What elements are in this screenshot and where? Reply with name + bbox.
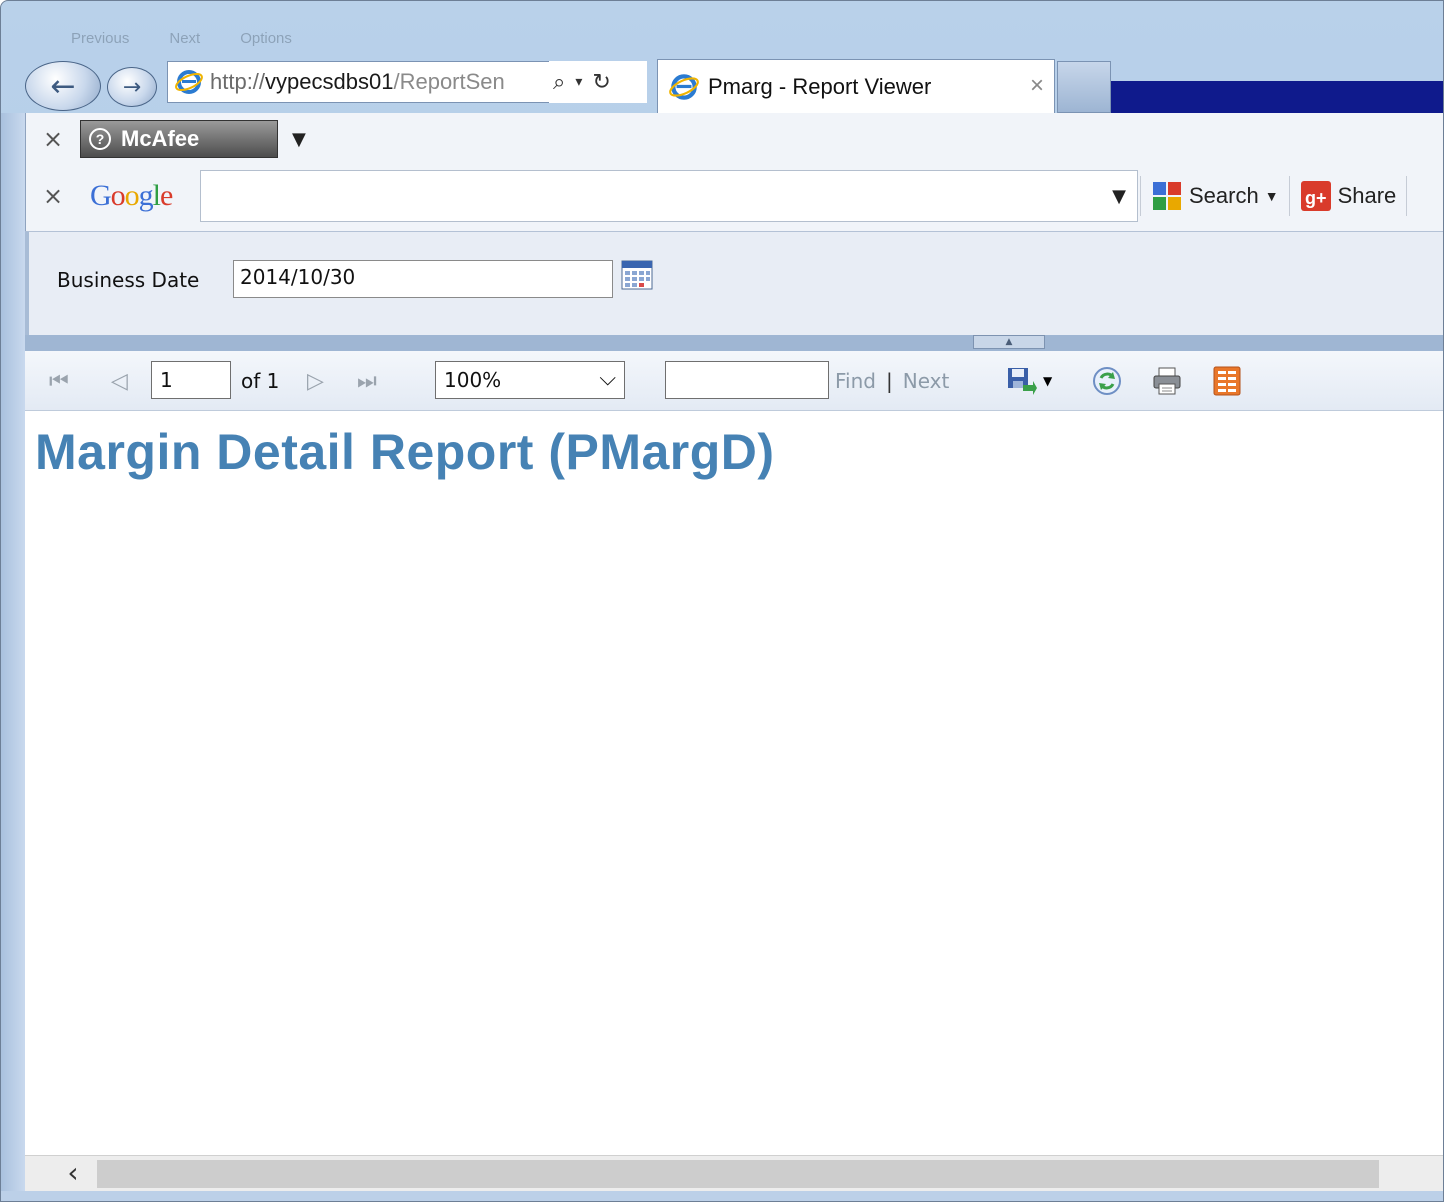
report-body: Margin Detail Report (PMargD) (25, 411, 1443, 1155)
separator (1406, 176, 1408, 216)
parameters-splitter: ▲ (25, 335, 1443, 351)
tab-title: Pmarg - Report Viewer (708, 73, 932, 99)
navigation-row: ← → http://vypecsdbs01/ReportSen ⌕ ▾ ↻ P… (1, 55, 1443, 113)
print-icon[interactable] (1151, 365, 1183, 397)
google-plus-icon: g+ (1300, 181, 1331, 211)
tab-close-icon[interactable]: × (1030, 72, 1044, 100)
business-date-input[interactable]: 2014/10/30 (233, 260, 613, 298)
window-bottom-border (1, 1191, 1443, 1201)
ghost-menu-previous: Previous (71, 29, 130, 47)
last-page-icon[interactable]: ⏭ (357, 351, 377, 411)
scrollbar-thumb[interactable] (97, 1160, 1379, 1188)
title-bar-strip (1111, 81, 1443, 113)
ghost-menu-options: Options (240, 29, 292, 47)
first-page-icon[interactable]: ⏮ (49, 351, 69, 411)
ie-icon (175, 70, 203, 94)
google-search-button[interactable]: Search ▼ (1147, 180, 1283, 212)
address-path: /ReportSen (393, 69, 505, 94)
horizontal-scrollbar[interactable]: ‹ (25, 1155, 1443, 1191)
save-export-icon (1008, 368, 1037, 395)
report-title: Margin Detail Report (PMargD) (35, 424, 775, 480)
arrow-left-icon: ← (50, 68, 76, 104)
zoom-value: 100% (444, 368, 502, 392)
export-button[interactable]: ▼ (1005, 351, 1052, 411)
tab-report-viewer[interactable]: Pmarg - Report Viewer × (657, 59, 1055, 113)
chevron-down-icon[interactable]: ▼ (1104, 186, 1134, 207)
next-link[interactable]: Next (903, 369, 950, 393)
browser-window: Previous Next Options ← → http://vypecsd… (0, 0, 1444, 1202)
business-date-label: Business Date (57, 268, 200, 292)
parameters-panel: Business Date 2014/10/30 (25, 231, 1443, 337)
scroll-left-icon[interactable]: ‹ (55, 1158, 91, 1190)
separator (1288, 176, 1290, 216)
previous-page-icon[interactable]: ◁ (111, 351, 128, 411)
window-left-border (1, 113, 25, 1193)
google-toolbar: × Google ▼ Search ▼ g+ Share (26, 167, 1443, 225)
svg-text:g+: g+ (1305, 188, 1327, 208)
chevron-down-icon: ▼ (1264, 188, 1279, 204)
page-count-label: of 1 (241, 369, 280, 393)
ghost-command-bar: Previous Next Options (71, 21, 471, 55)
separator (1140, 176, 1141, 216)
google-search-input[interactable] (200, 170, 1138, 222)
find-separator: | (885, 369, 893, 393)
address-prefix: http:// (210, 69, 266, 94)
mcafee-button[interactable]: ? McAfee (80, 120, 278, 158)
google-search-icon (1153, 182, 1181, 210)
find-links: Find | Next (835, 351, 949, 411)
arrow-right-icon: → (122, 74, 142, 100)
page-number-input[interactable]: 1 (151, 361, 231, 399)
toolbars-area: × ? McAfee ▼ × Google ▼ Search ▼ g+ Shar… (25, 113, 1443, 231)
collapse-parameters-handle[interactable]: ▲ (973, 335, 1045, 349)
address-tools: ⌕ ▾ ↻ (549, 61, 647, 103)
forward-button[interactable]: → (107, 67, 157, 107)
mcafee-toolbar: × ? McAfee ▼ (26, 113, 1443, 165)
search-icon[interactable]: ⌕ (553, 70, 565, 95)
google-share-button[interactable]: g+ Share (1296, 180, 1401, 212)
mcafee-label: McAfee (121, 126, 200, 151)
find-input[interactable] (665, 361, 829, 399)
close-toolbar-icon[interactable]: × (26, 125, 80, 153)
refresh-icon[interactable]: ↻ (592, 70, 610, 95)
chevron-down-icon: ▼ (1043, 374, 1053, 388)
share-label: Share (1337, 183, 1397, 208)
find-link[interactable]: Find (835, 369, 876, 393)
address-host: vypecsdbs01 (265, 69, 394, 94)
ie-icon (669, 73, 699, 100)
chevron-down-icon[interactable]: ▼ (292, 129, 306, 150)
new-tab-button[interactable] (1057, 61, 1111, 113)
calendar-icon[interactable] (621, 260, 653, 290)
search-label: Search (1189, 183, 1259, 208)
help-icon: ? (89, 128, 111, 150)
next-page-icon[interactable]: ▷ (307, 351, 324, 411)
google-logo: Google (90, 179, 173, 212)
refresh-icon[interactable] (1091, 365, 1123, 397)
report-toolbar: ⏮ ◁ 1 of 1 ▷ ⏭ 100% ⌵ Find | Next ▼ (25, 351, 1443, 411)
close-toolbar-icon[interactable]: × (26, 182, 80, 210)
back-button[interactable]: ← (25, 61, 101, 111)
chevron-down-icon[interactable]: ▾ (575, 74, 582, 90)
zoom-select[interactable]: 100% ⌵ (435, 361, 625, 399)
ghost-menu-next: Next (169, 29, 201, 47)
chevron-down-icon: ⌵ (599, 366, 616, 391)
page-layout-icon[interactable] (1211, 365, 1243, 397)
